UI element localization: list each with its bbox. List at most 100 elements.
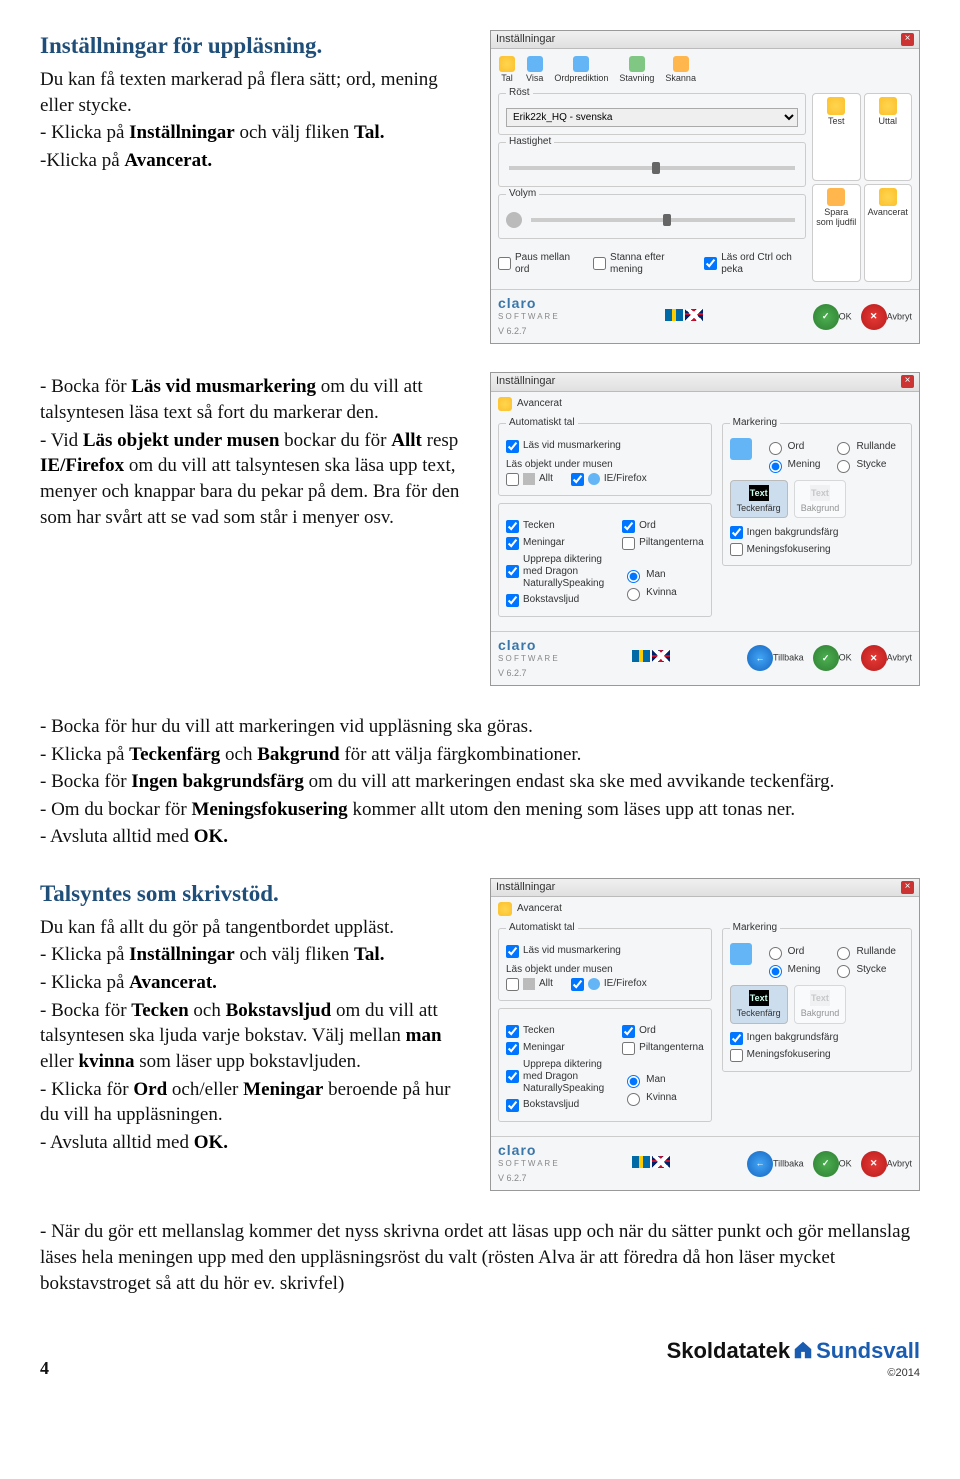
section4-p4: - Bocka för Tecken och Bokstavsljud om d… — [40, 998, 472, 1075]
chk-stanna[interactable]: Stanna efter mening — [593, 250, 690, 278]
claro-logo: claroS O F T W A R E — [498, 637, 558, 663]
tab-ordprediktion[interactable]: Ordprediktion — [552, 54, 610, 86]
chk-ord[interactable]: Ord — [622, 1023, 704, 1040]
settings-window-avancerat-1: Inställningar× Avancerat Automatiskt tal… — [490, 372, 920, 686]
window-title: Inställningar — [496, 33, 555, 46]
cancel-button[interactable]: ✕Avbryt — [858, 645, 912, 671]
radio-kvinna[interactable]: Kvinna — [622, 1089, 704, 1107]
btn-spara-ljudfil[interactable]: Spara som ljudfil — [812, 184, 861, 282]
markering-icon — [730, 438, 752, 460]
chk-dragon[interactable]: Upprepa diktering med Dragon NaturallySp… — [506, 552, 604, 592]
close-icon[interactable]: × — [901, 33, 914, 46]
btn-test[interactable]: Test — [812, 93, 861, 181]
ok-button[interactable]: ✓OK — [810, 1151, 852, 1177]
close-icon[interactable]: × — [901, 375, 914, 388]
section2-p2: - Vid Läs objekt under musen bockar du f… — [40, 428, 472, 531]
chk-lasvid[interactable]: Läs vid musmarkering — [506, 438, 704, 455]
speed-slider[interactable] — [509, 166, 795, 170]
section4-p6: - Avsluta alltid med OK. — [40, 1130, 472, 1156]
radio-mening[interactable]: Mening — [764, 456, 821, 474]
radio-mening[interactable]: Mening — [764, 961, 821, 979]
claro-logo: claroS O F T W A R E — [498, 295, 558, 321]
chk-lasvid[interactable]: Läs vid musmarkering — [506, 943, 704, 960]
chk-meningar[interactable]: Meningar — [506, 535, 604, 552]
flag-en-icon — [652, 1156, 670, 1168]
btn-teckenfarg[interactable]: TextTeckenfärg — [730, 985, 788, 1024]
radio-ord[interactable]: Ord — [764, 438, 821, 456]
chk-ingen-bakgrund[interactable]: Ingen bakgrundsfärg — [730, 524, 904, 541]
chk-meningsfokusering[interactable]: Meningsfokusering — [730, 1047, 904, 1064]
section2-p1: - Bocka för Läs vid musmarkering om du v… — [40, 374, 472, 425]
btn-avancerat[interactable]: Avancerat — [864, 184, 913, 282]
flag-sv-icon — [665, 309, 683, 321]
section4-p2: - Klicka på Inställningar och välj flike… — [40, 942, 472, 968]
section3-p1: - Bocka för hur du vill att markeringen … — [40, 714, 920, 740]
settings-window-avancerat-2: Inställningar× Avancerat Automatiskt tal… — [490, 878, 920, 1192]
section4-p5: - Klicka för Ord och/eller Meningar bero… — [40, 1077, 472, 1128]
radio-man[interactable]: Man — [622, 1071, 704, 1089]
flag-en-icon — [685, 309, 703, 321]
cancel-button[interactable]: ✕Avbryt — [858, 304, 912, 330]
chk-allt[interactable]: Allt — [506, 976, 553, 993]
chk-allt[interactable]: Allt — [506, 471, 553, 488]
radio-kvinna[interactable]: Kvinna — [622, 584, 704, 602]
section4-p3: - Klicka på Avancerat. — [40, 970, 472, 996]
back-button[interactable]: ←Tillbaka — [744, 1151, 804, 1177]
chk-piltangenterna[interactable]: Piltangenterna — [622, 1040, 704, 1057]
speaker-icon — [506, 212, 522, 228]
radio-stycke[interactable]: Stycke — [832, 961, 895, 979]
chk-piltangenterna[interactable]: Piltangenterna — [622, 535, 704, 552]
radio-ord[interactable]: Ord — [764, 943, 821, 961]
radio-rullande[interactable]: Rullande — [832, 438, 895, 456]
section3-p2: - Klicka på Teckenfärg och Bakgrund för … — [40, 742, 920, 768]
back-button[interactable]: ←Tillbaka — [744, 645, 804, 671]
volym-group: Volym — [498, 194, 806, 239]
btn-bakgrund[interactable]: TextBakgrund — [794, 480, 847, 519]
section3-p3: - Bocka för Ingen bakgrundsfärg om du vi… — [40, 769, 920, 795]
radio-rullande[interactable]: Rullande — [832, 943, 895, 961]
chk-iefirefox[interactable]: IE/Firefox — [571, 976, 647, 993]
footer-brand: SkoldatatekSundsvall ©2014 — [667, 1336, 920, 1381]
section5-p1: - När du gör ett mellanslag kommer det n… — [40, 1219, 920, 1296]
chk-iefirefox[interactable]: IE/Firefox — [571, 471, 647, 488]
tab-tal[interactable]: Tal — [497, 54, 517, 86]
ok-button[interactable]: ✓OK — [810, 304, 852, 330]
close-icon[interactable]: × — [901, 881, 914, 894]
volume-slider[interactable] — [531, 218, 795, 222]
chk-ord[interactable]: Ord — [622, 518, 704, 535]
chk-dragon[interactable]: Upprepa diktering med Dragon NaturallySp… — [506, 1057, 604, 1097]
tab-skanna[interactable]: Skanna — [663, 54, 698, 86]
chk-lasord[interactable]: Läs ord Ctrl och peka — [704, 250, 806, 278]
flag-sv-icon — [632, 650, 650, 662]
radio-stycke[interactable]: Stycke — [832, 456, 895, 474]
flags[interactable] — [664, 309, 704, 325]
section1-p2: - Klicka på Inställningar och välj flike… — [40, 120, 472, 146]
chk-meningar[interactable]: Meningar — [506, 1040, 604, 1057]
auto-tal-group: Automatiskt tal Läs vid musmarkering Läs… — [498, 423, 712, 496]
btn-teckenfarg[interactable]: TextTeckenfärg — [730, 480, 788, 519]
markering-icon — [730, 943, 752, 965]
flag-en-icon — [652, 650, 670, 662]
flag-sv-icon — [632, 1156, 650, 1168]
tab-visa[interactable]: Visa — [524, 54, 545, 86]
tabs: Tal Visa Ordprediktion Stavning Skanna — [491, 49, 919, 86]
btn-bakgrund[interactable]: TextBakgrund — [794, 985, 847, 1024]
settings-window-tal: Inställningar × Tal Visa Ordprediktion St… — [490, 30, 920, 344]
radio-man[interactable]: Man — [622, 566, 704, 584]
markering-group: Markering Ord Mening Rullande Stycke Tex… — [722, 423, 912, 567]
avancerat-icon — [498, 397, 512, 411]
chk-paus[interactable]: Paus mellan ord — [498, 250, 579, 278]
chk-tecken[interactable]: Tecken — [506, 1023, 604, 1040]
chk-meningsfokusering[interactable]: Meningsfokusering — [730, 541, 904, 558]
ok-button[interactable]: ✓OK — [810, 645, 852, 671]
voice-select[interactable]: Erik22k_HQ - svenska — [506, 108, 798, 127]
chk-tecken[interactable]: Tecken — [506, 518, 604, 535]
tab-stavning[interactable]: Stavning — [617, 54, 656, 86]
keys-group: Tecken Meningar Upprepa diktering med Dr… — [498, 503, 712, 617]
btn-uttal[interactable]: Uttal — [864, 93, 913, 181]
chk-bokstavsljud[interactable]: Bokstavsljud — [506, 592, 604, 609]
hastighet-group: Hastighet — [498, 142, 806, 187]
chk-bokstavsljud[interactable]: Bokstavsljud — [506, 1097, 604, 1114]
chk-ingen-bakgrund[interactable]: Ingen bakgrundsfärg — [730, 1030, 904, 1047]
cancel-button[interactable]: ✕Avbryt — [858, 1151, 912, 1177]
